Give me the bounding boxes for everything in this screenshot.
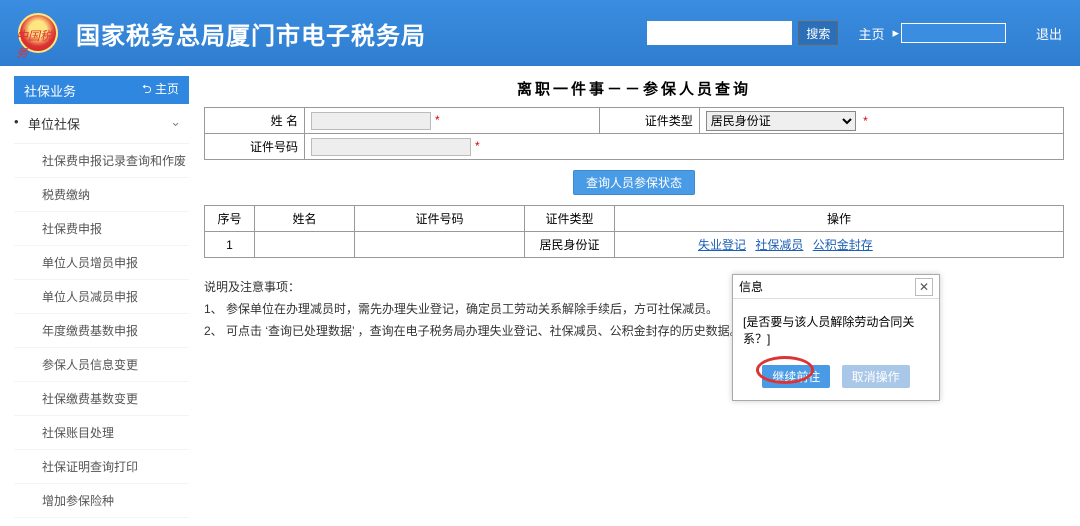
site-title: 国家税务总局厦门市电子税务局 [76,16,426,51]
sidebar-header: 社保业务 ⮌ 主页 [14,76,189,104]
sidebar-item[interactable]: 税费缴纳 [14,178,189,212]
main-content: 离职一件事－－参保人员查询 姓 名 * 证件类型 居民身份证 * 证件号码 * … [200,66,1080,518]
table-row: 1 居民身份证 失业登记 社保减员 公积金封存 [205,232,1064,258]
caret-right-icon: ▸ [892,25,899,41]
op-unemp-register[interactable]: 失业登记 [698,238,746,252]
sidebar-item[interactable]: 参保人员信息变更 [14,348,189,382]
sidebar-item[interactable]: 单位人员减员申报 [14,280,189,314]
sidebar-category[interactable]: 单位社保 [14,104,189,144]
cell-idtype: 居民身份证 [525,232,615,258]
logout-link[interactable]: 退出 [1036,24,1062,43]
cancel-button[interactable]: 取消操作 [842,365,910,388]
search-button[interactable]: 搜索 [798,21,838,45]
sidebar-item[interactable]: 社保账目处理 [14,416,189,450]
sidebar: 社保业务 ⮌ 主页 单位社保 社保费申报记录查询和作废 税费缴纳 社保费申报 单… [0,66,200,518]
org-dropdown[interactable] [901,23,1006,43]
sidebar-home-link[interactable]: ⮌ 主页 [142,80,179,101]
col-idtype: 证件类型 [525,206,615,232]
sidebar-item[interactable]: 增加参保险种 [14,484,189,518]
name-input[interactable] [311,112,431,130]
op-fund-seal[interactable]: 公积金封存 [813,238,873,252]
id-type-select[interactable]: 居民身份证 [706,111,856,131]
sidebar-item[interactable]: 年度缴费基数申报 [14,314,189,348]
col-name: 姓名 [255,206,355,232]
col-seq: 序号 [205,206,255,232]
id-no-label: 证件号码 [205,134,305,160]
app-header: 中国税务 国家税务总局厦门市电子税务局 搜索 主页 ▸ 退出 [0,0,1080,66]
sidebar-item[interactable]: 单位人员增员申报 [14,246,189,280]
result-grid: 序号 姓名 证件号码 证件类型 操作 1 居民身份证 失业登记 社保减员 公积金… [204,205,1064,258]
sidebar-title: 社保业务 [24,81,76,100]
cell-seq: 1 [205,232,255,258]
cell-name [255,232,355,258]
continue-button[interactable]: 继续前往 [762,365,830,388]
op-social-reduce[interactable]: 社保减员 [755,238,803,252]
query-button[interactable]: 查询人员参保状态 [573,170,695,195]
col-ops: 操作 [615,206,1064,232]
page-title: 离职一件事－－参保人员查询 [204,74,1064,107]
name-label: 姓 名 [205,108,305,134]
dialog-message: [是否要与该人员解除劳动合同关系？] [733,299,939,365]
id-no-input[interactable] [311,138,471,156]
id-type-label: 证件类型 [599,108,699,134]
query-form: 姓 名 * 证件类型 居民身份证 * 证件号码 * [204,107,1064,160]
close-icon[interactable]: ✕ [915,278,933,296]
home-link[interactable]: 主页 [858,24,884,43]
dialog-title: 信息 [739,278,763,295]
col-idno: 证件号码 [355,206,525,232]
national-emblem-logo: 中国税务 [18,13,58,53]
sidebar-item[interactable]: 社保证明查询打印 [14,450,189,484]
search-input[interactable] [647,21,792,45]
confirm-dialog: 信息 ✕ [是否要与该人员解除劳动合同关系？] 继续前往 取消操作 [732,274,940,401]
sidebar-item[interactable]: 社保缴费基数变更 [14,382,189,416]
cell-idno [355,232,525,258]
sidebar-item[interactable]: 社保费申报记录查询和作废 [14,144,189,178]
sidebar-item[interactable]: 社保费申报 [14,212,189,246]
